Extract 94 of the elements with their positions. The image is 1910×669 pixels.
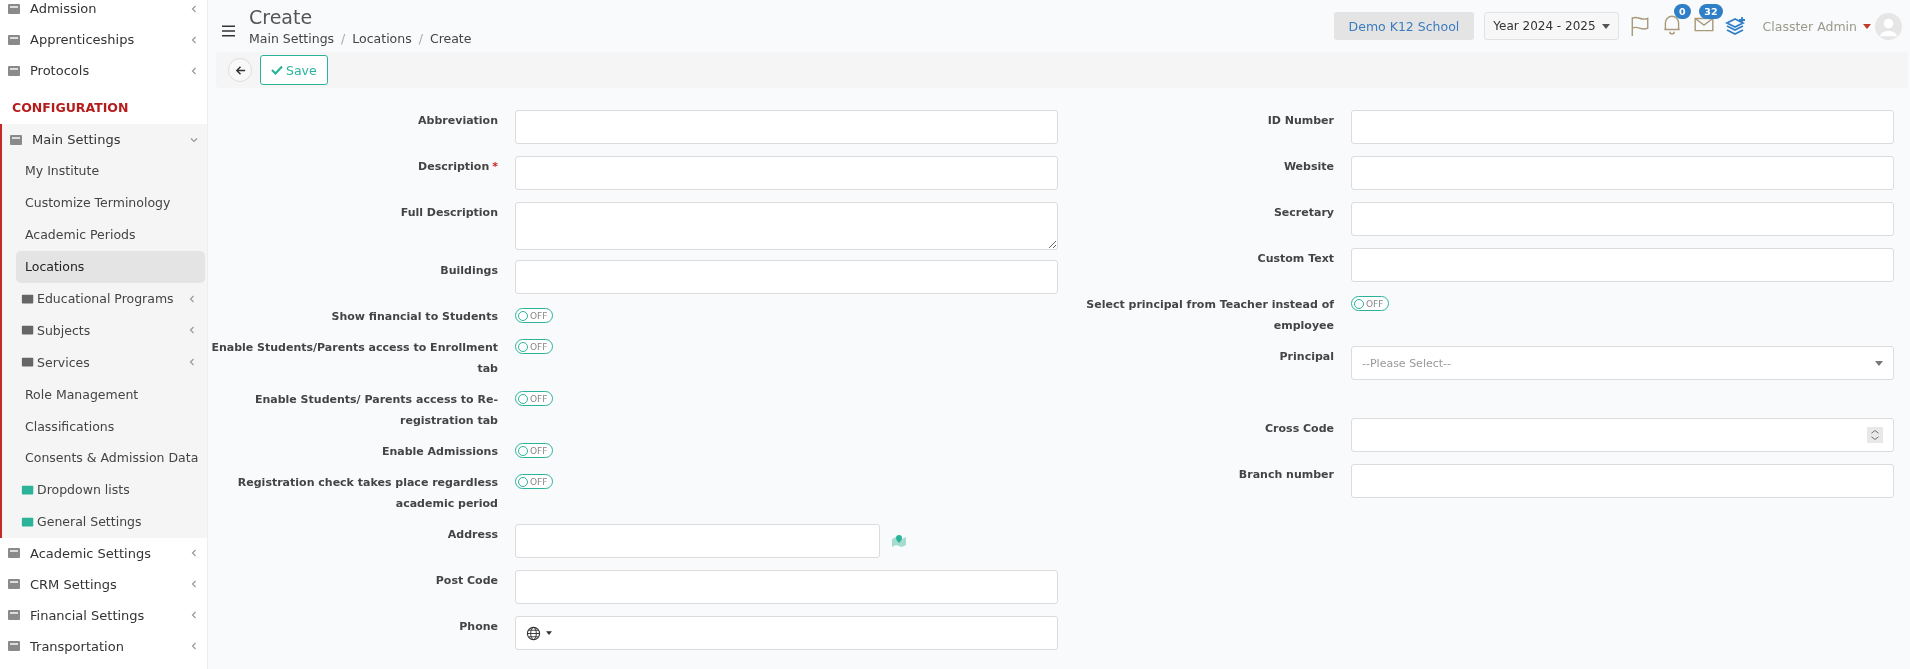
toggle-switch[interactable]: OFF xyxy=(515,443,554,458)
menu-label: Transportation xyxy=(30,638,125,654)
menu-item[interactable]: CRM Settings xyxy=(0,568,207,600)
text-field[interactable] xyxy=(1351,202,1894,236)
submenu-item[interactable]: Classifications xyxy=(2,410,205,442)
submenu-item[interactable]: Locations xyxy=(16,250,205,283)
field-label: Abbreviation xyxy=(417,113,499,129)
field-label: ID Number xyxy=(1266,113,1335,129)
arrow-left-icon xyxy=(234,64,246,76)
submenu-item[interactable]: Academic Periods xyxy=(2,218,205,251)
text-field[interactable] xyxy=(515,110,1058,144)
submenu-item[interactable]: Customize Terminology xyxy=(2,186,205,219)
text-field[interactable] xyxy=(515,570,1058,604)
breadcrumb-current: Create xyxy=(429,31,472,46)
field-label: Enable Students/ Parents access to Re-registration tab xyxy=(253,392,499,429)
field-label: Description * xyxy=(417,159,499,175)
field-label: Enable Admissions xyxy=(380,444,499,460)
text-field[interactable] xyxy=(515,156,1058,190)
field-label: Select principal from Teacher instead of employee xyxy=(1085,297,1335,334)
menu-item[interactable]: Admission xyxy=(0,0,207,24)
submenu-item[interactable]: General Settings xyxy=(2,505,205,538)
toggle-switch[interactable]: OFF xyxy=(1351,296,1390,311)
submenu-item[interactable]: Services xyxy=(2,346,205,379)
text-field[interactable] xyxy=(1351,110,1894,144)
notification-count: 0 xyxy=(1673,4,1691,19)
menu-label: Admission xyxy=(30,1,98,16)
message-count: 32 xyxy=(1699,4,1723,19)
submenu-item[interactable]: Educational Programs xyxy=(2,282,205,315)
toggle-switch[interactable]: OFF xyxy=(515,308,554,323)
field-label: Principal xyxy=(1278,349,1335,365)
text-area[interactable] xyxy=(515,202,1058,250)
caret-icon xyxy=(546,631,552,635)
submenu-item[interactable]: Consents & Admission Data xyxy=(2,442,205,474)
field-label: Cross Code xyxy=(1264,421,1335,437)
section-heading: CONFIGURATION xyxy=(11,99,130,117)
school-button[interactable]: Demo K12 School xyxy=(1333,12,1475,40)
menu-item[interactable]: Academic Settings xyxy=(0,537,207,569)
submenu-item[interactable]: Dropdown lists xyxy=(2,473,205,506)
menu-item[interactable]: Main Settings xyxy=(2,124,207,155)
field-label: Website xyxy=(1282,159,1335,175)
field-label: Branch number xyxy=(1237,467,1335,483)
page-title: Create xyxy=(249,6,314,28)
toggle-switch[interactable]: OFF xyxy=(515,474,554,489)
required-marker: * xyxy=(492,160,498,173)
breadcrumb-separator: / xyxy=(418,31,423,46)
spinner-icon[interactable] xyxy=(1867,427,1883,443)
menu-label: Financial Settings xyxy=(30,607,146,623)
field-label: Custom Text xyxy=(1256,251,1335,267)
menu-label: Protocols xyxy=(30,63,91,78)
text-field[interactable] xyxy=(1351,248,1894,282)
field-label: Enable Students/Parents access to Enrollment tab xyxy=(210,340,499,377)
toggle-switch[interactable]: OFF xyxy=(515,339,554,354)
menu-item[interactable]: Transportation xyxy=(0,630,207,662)
back-button[interactable] xyxy=(228,58,252,82)
field-label: Secretary xyxy=(1272,205,1335,221)
menu-item[interactable]: Financial Settings xyxy=(0,599,207,631)
field-label: Phone xyxy=(458,619,499,635)
field-label: Registration check takes place regardless academic period xyxy=(236,475,499,512)
submenu-item[interactable]: My Institute xyxy=(2,155,205,187)
text-field[interactable] xyxy=(1351,156,1894,190)
breadcrumb-separator: / xyxy=(341,31,346,46)
submenu-item[interactable]: Role Management xyxy=(2,378,205,411)
caret-icon xyxy=(187,357,197,368)
caret-icon xyxy=(1875,360,1883,366)
text-field[interactable] xyxy=(515,260,1058,294)
field-label: Post Code xyxy=(434,573,499,589)
menu-label: Apprenticeships xyxy=(30,32,136,47)
text-field[interactable] xyxy=(1351,464,1894,498)
globe-icon[interactable] xyxy=(526,625,541,641)
caret-icon xyxy=(187,325,197,336)
check-icon xyxy=(271,65,283,75)
field-label: Buildings xyxy=(439,263,499,279)
caret-icon xyxy=(1863,23,1871,29)
menu-item[interactable]: Apprenticeships xyxy=(0,24,207,55)
breadcrumb-link[interactable]: Locations xyxy=(352,31,412,46)
number-field[interactable] xyxy=(1351,418,1894,452)
avatar-icon[interactable] xyxy=(1875,12,1902,40)
caret-icon xyxy=(187,293,197,304)
submenu-item[interactable]: Subjects xyxy=(2,314,205,347)
text-field[interactable] xyxy=(515,524,880,558)
field-label: Address xyxy=(446,527,499,543)
field-label: Full Description xyxy=(399,205,499,221)
toggle-switch[interactable]: OFF xyxy=(515,391,554,406)
phone-field[interactable] xyxy=(515,616,1058,650)
breadcrumb-link[interactable]: Main Settings xyxy=(249,31,335,46)
menu-label: CRM Settings xyxy=(30,576,118,592)
layers-plus-icon[interactable] xyxy=(1724,15,1747,37)
caret-icon xyxy=(1601,23,1610,29)
menu-label: Main Settings xyxy=(32,132,122,147)
map-marker-icon[interactable] xyxy=(891,533,907,549)
menu-item[interactable]: Protocols xyxy=(0,55,207,86)
year-dropdown[interactable]: Year 2024 - 2025 xyxy=(1484,12,1619,40)
menu-label: Academic Settings xyxy=(30,545,152,561)
field-label: Show financial to Students xyxy=(330,309,499,325)
